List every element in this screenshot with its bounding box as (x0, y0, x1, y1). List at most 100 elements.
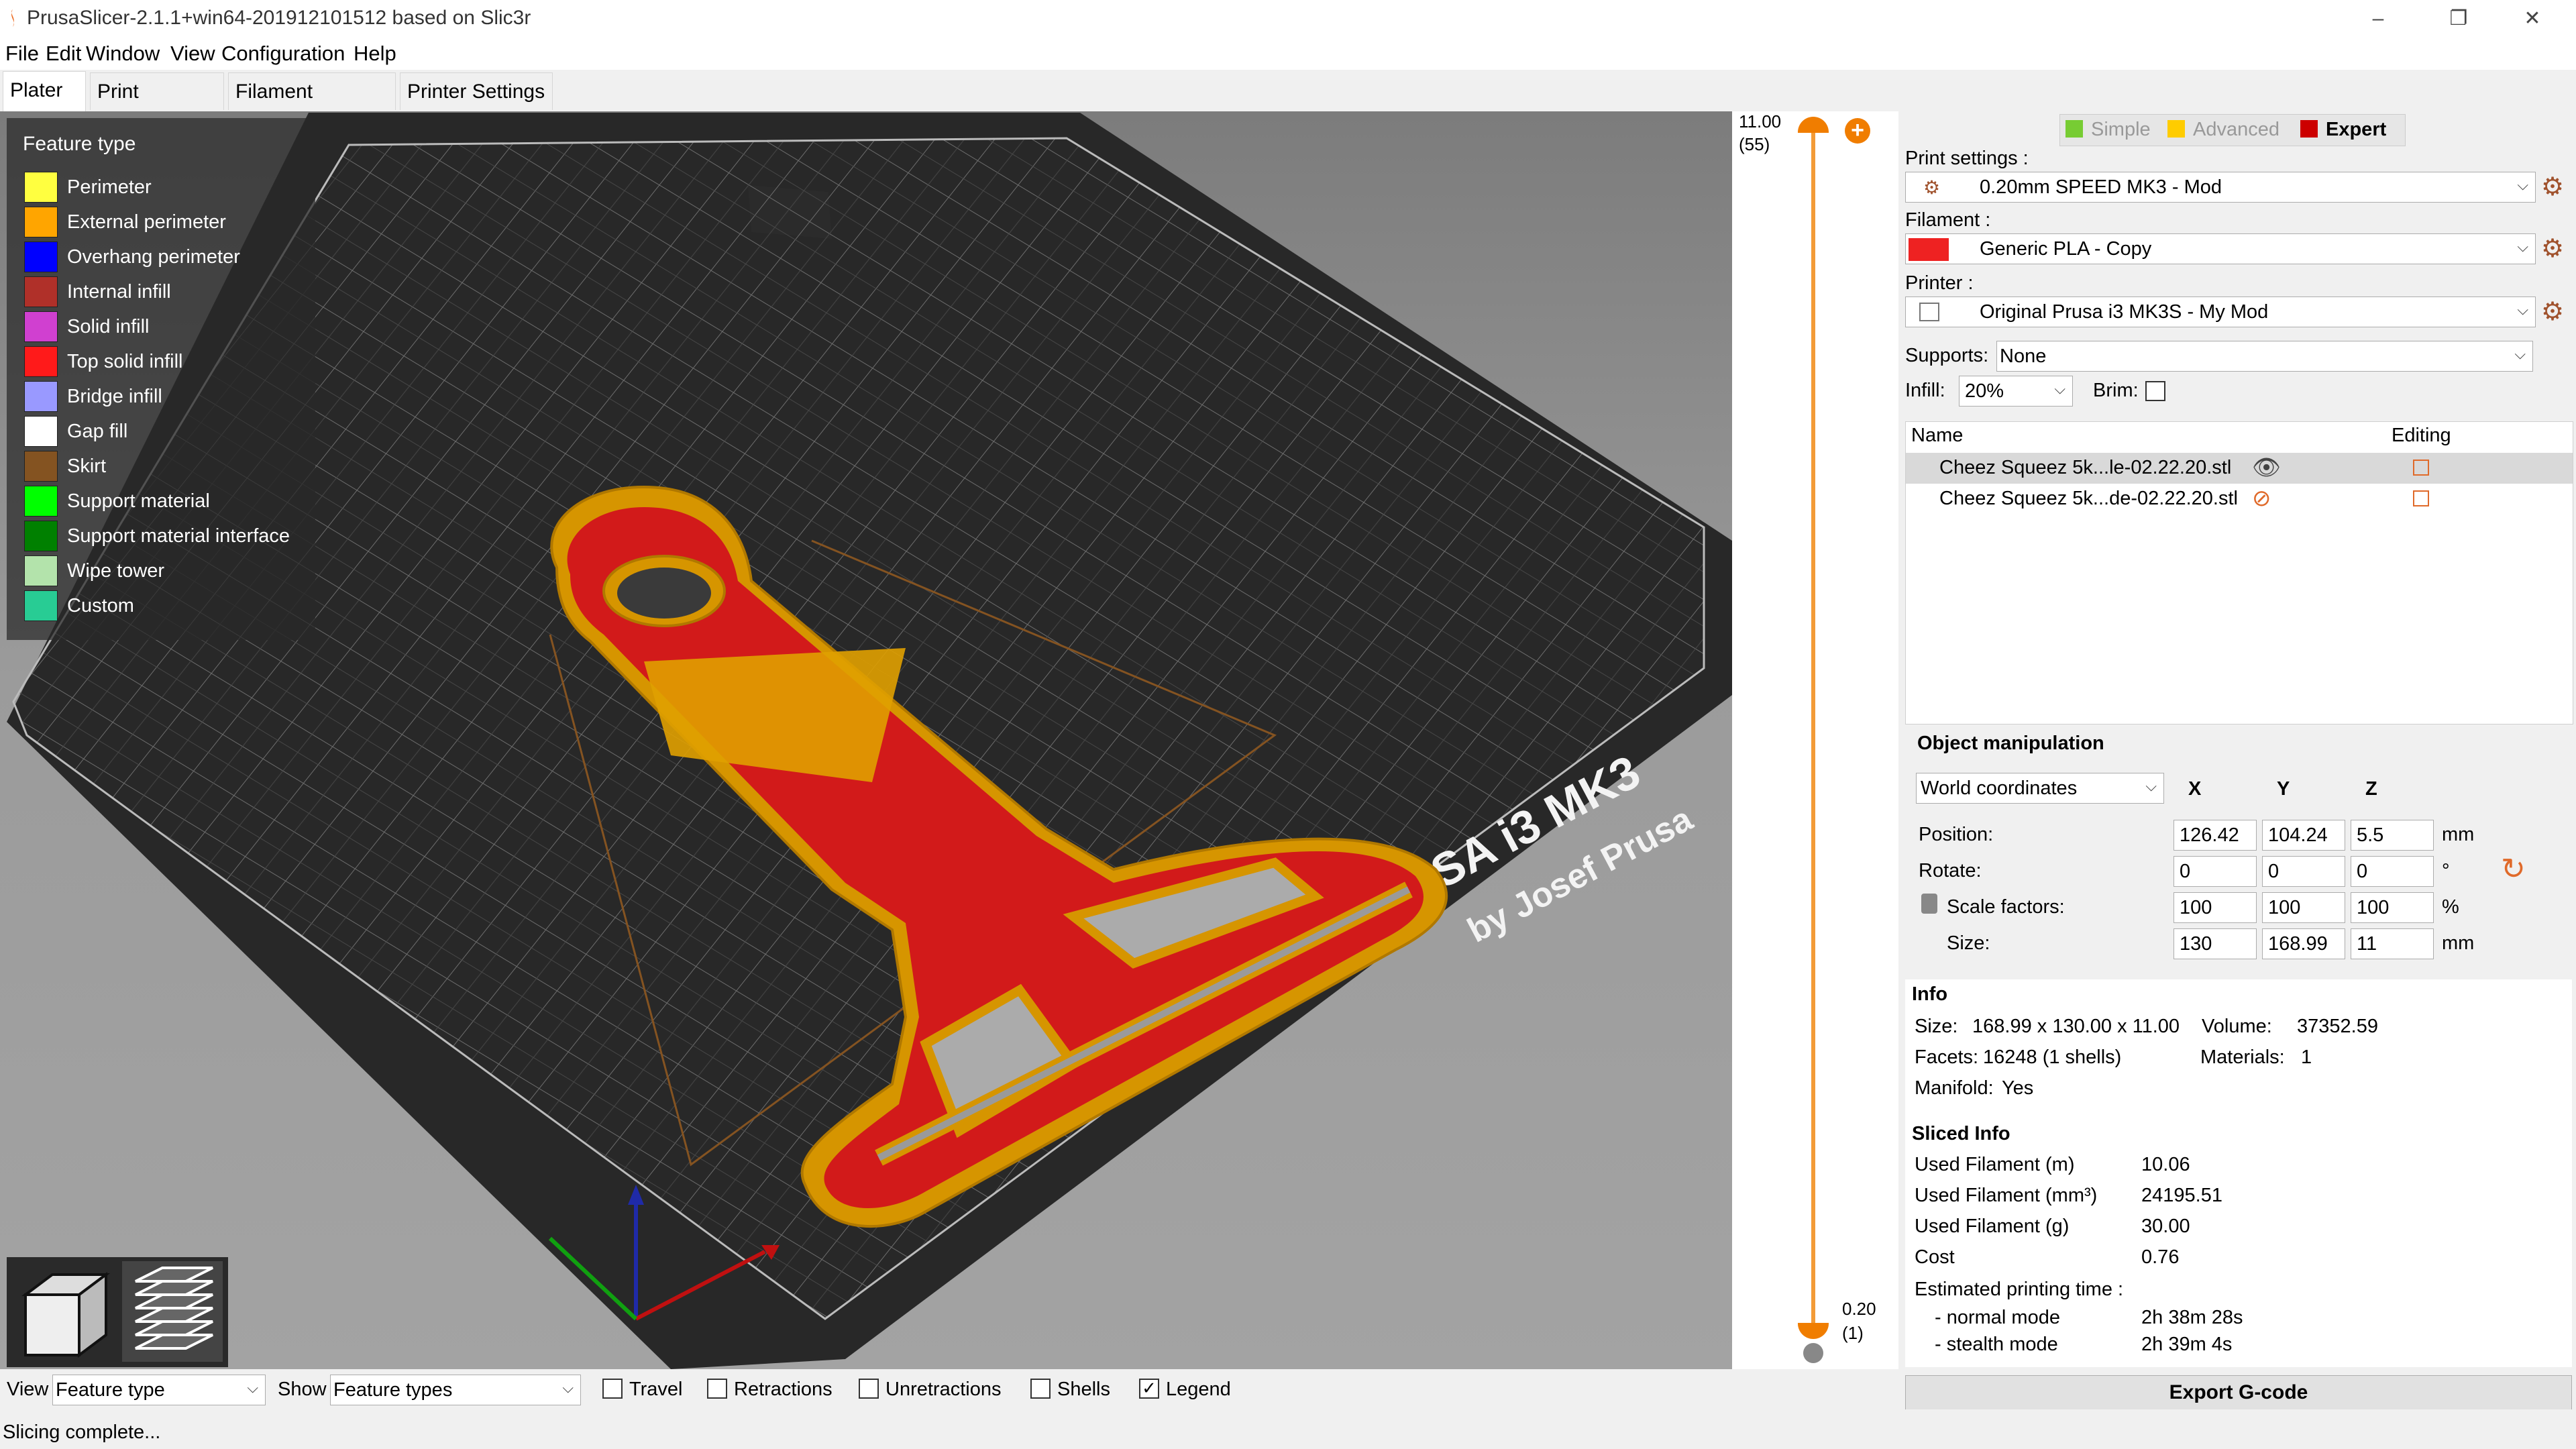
legend-swatch (24, 381, 58, 412)
legend-checkbox[interactable]: ✓ (1139, 1379, 1159, 1399)
rotate-y-input[interactable]: 0 (2262, 856, 2345, 887)
mode-expert[interactable]: Expert (2326, 119, 2386, 141)
retractions-checkbox[interactable] (707, 1379, 727, 1399)
travel-label: Travel (629, 1379, 683, 1400)
edit-settings-icon[interactable] (2413, 490, 2429, 506)
show-combo[interactable]: Feature types ⌵ (330, 1375, 581, 1405)
print-time-label: Estimated printing time : (1915, 1279, 2124, 1300)
legend-swatch (24, 276, 58, 307)
status-bar: Slicing complete... (0, 1409, 2576, 1449)
layers-view-icon[interactable] (122, 1261, 223, 1362)
mode-advanced[interactable]: Advanced (2193, 119, 2279, 141)
position-y-input[interactable]: 104.24 (2262, 820, 2345, 851)
axis-z-label: Z (2365, 778, 2377, 800)
print-settings-combo[interactable]: ⚙ 0.20mm SPEED MK3 - Mod ⌵ (1905, 172, 2536, 203)
object-row[interactable]: Cheez Squeez 5k...le-02.22.20.stl 👁 (1906, 453, 2573, 484)
travel-checkbox[interactable] (602, 1379, 623, 1399)
legend-swatch (24, 346, 58, 377)
layer-slider-top-thumb[interactable] (1798, 117, 1829, 133)
lock-icon[interactable] (1803, 1343, 1823, 1363)
tab-plater[interactable]: Plater (3, 71, 86, 111)
window-title: PrusaSlicer-2.1.1+win64-201912101512 bas… (27, 7, 531, 29)
chevron-down-icon: ⌵ (2517, 238, 2528, 255)
infill-combo[interactable]: 20% ⌵ (1959, 376, 2073, 407)
legend-label: Wipe tower (67, 560, 165, 582)
menu-configuration[interactable]: Configuration (221, 42, 345, 66)
restore-button[interactable]: ❐ (2422, 0, 2496, 39)
position-z-input[interactable]: 5.5 (2351, 820, 2434, 851)
size-y-input[interactable]: 168.99 (2262, 928, 2345, 959)
size-z-input[interactable]: 11 (2351, 928, 2434, 959)
used-filament-m-label: Used Filament (m) (1915, 1154, 2075, 1175)
scale-label: Scale factors: (1947, 896, 2065, 918)
shells-checkbox[interactable] (1030, 1379, 1051, 1399)
retractions-label: Retractions (734, 1379, 833, 1400)
legend-label: Skirt (67, 455, 106, 477)
object-row[interactable]: Cheez Squeez 5k...de-02.22.20.stl ⊘ (1906, 484, 2573, 515)
unretractions-checkbox[interactable] (859, 1379, 879, 1399)
rotate-z-input[interactable]: 0 (2351, 856, 2434, 887)
brim-checkbox[interactable] (2145, 381, 2165, 401)
menu-window[interactable]: Window (86, 42, 160, 66)
infill-label: Infill: (1905, 380, 1945, 401)
advanced-mode-icon[interactable] (2167, 120, 2185, 138)
printer-combo[interactable]: Original Prusa i3 MK3S - My Mod ⌵ (1905, 297, 2536, 327)
mode-simple[interactable]: Simple (2091, 119, 2151, 141)
legend-panel: Feature type Perimeter External perimete… (7, 118, 315, 640)
minimize-button[interactable]: – (2341, 0, 2415, 39)
3d-viewport[interactable]: SA i3 MK3 by Josef Prusa Feature type Pe… (0, 111, 1732, 1369)
printer-value: Original Prusa i3 MK3S - My Mod (1980, 301, 2269, 323)
3d-view-icon[interactable] (12, 1261, 113, 1362)
tab-print-settings[interactable]: Print Settings (90, 72, 224, 140)
chevron-down-icon: ⌵ (2514, 345, 2526, 362)
menu-edit[interactable]: Edit (46, 42, 81, 66)
layer-slider-track[interactable] (1811, 126, 1815, 1327)
layer-bottom-index: (1) (1842, 1323, 1864, 1343)
eye-hidden-icon[interactable]: ⊘ (2252, 485, 2271, 512)
supports-combo[interactable]: None ⌵ (1996, 341, 2533, 372)
edit-settings-icon[interactable] (2413, 460, 2429, 476)
scale-z-input[interactable]: 100 (2351, 892, 2434, 923)
menu-file[interactable]: File (5, 42, 39, 66)
position-x-input[interactable]: 126.42 (2174, 820, 2257, 851)
print-settings-gear-icon[interactable]: ⚙ (2541, 172, 2564, 202)
stealth-mode-label: - stealth mode (1935, 1334, 2058, 1355)
layer-top-index: (55) (1739, 134, 1770, 154)
object-manipulation-panel: Object manipulation World coordinates ⌵ … (1898, 724, 2576, 993)
expert-mode-icon[interactable] (2300, 120, 2318, 138)
simple-mode-icon[interactable] (2065, 120, 2083, 138)
export-gcode-button[interactable]: Export G-code (1905, 1375, 2572, 1410)
legend-label: Support material interface (67, 525, 290, 547)
coordinates-combo[interactable]: World coordinates ⌵ (1916, 773, 2164, 804)
shells-label: Shells (1057, 1379, 1110, 1400)
cost-label: Cost (1915, 1246, 1955, 1268)
show-value: Feature types (333, 1379, 453, 1401)
close-button[interactable]: ✕ (2496, 0, 2569, 39)
tab-printer-settings[interactable]: Printer Settings (400, 72, 553, 110)
eye-icon[interactable]: 👁 (2252, 454, 2281, 481)
legend-label: Solid infill (67, 316, 150, 337)
filament-combo[interactable]: Generic PLA - Copy ⌵ (1905, 233, 2536, 264)
cost-value: 0.76 (2141, 1246, 2180, 1268)
legend-swatch (24, 172, 58, 203)
size-x-input[interactable]: 130 (2174, 928, 2257, 959)
printer-gear-icon[interactable]: ⚙ (2541, 297, 2564, 327)
filament-gear-icon[interactable]: ⚙ (2541, 233, 2564, 264)
scale-y-input[interactable]: 100 (2262, 892, 2345, 923)
layer-slider-bottom-thumb[interactable] (1798, 1323, 1829, 1339)
menu-view[interactable]: View (170, 42, 215, 66)
view-combo[interactable]: Feature type ⌵ (52, 1375, 266, 1405)
info-volume-label: Volume: (2202, 1016, 2272, 1037)
layer-bottom-height: 0.20 (1842, 1299, 1876, 1319)
scale-x-input[interactable]: 100 (2174, 892, 2257, 923)
axis-x-label: X (2188, 778, 2202, 800)
object-name: Cheez Squeez 5k...le-02.22.20.stl (1939, 457, 2232, 478)
add-layer-icon[interactable]: + (1845, 118, 1870, 144)
rotate-x-input[interactable]: 0 (2174, 856, 2257, 887)
column-name: Name (1911, 425, 1964, 446)
menu-help[interactable]: Help (354, 42, 396, 66)
reset-rotation-icon[interactable]: ↻ (2501, 852, 2526, 886)
tab-filament-settings[interactable]: Filament Settings (228, 72, 396, 140)
lock-icon[interactable] (1921, 894, 1937, 914)
object-name: Cheez Squeez 5k...de-02.22.20.stl (1939, 488, 2238, 509)
